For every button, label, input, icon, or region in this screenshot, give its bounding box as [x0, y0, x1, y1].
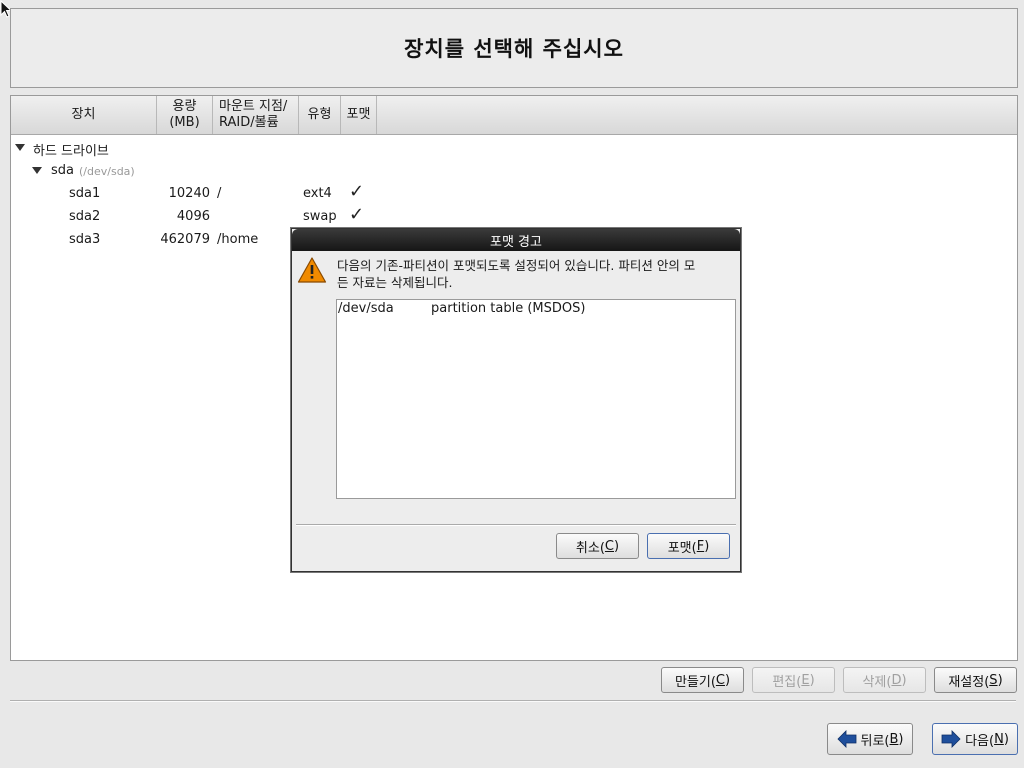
- page-title: 장치를 선택해 주십시오: [404, 37, 624, 61]
- format-button-label: 포맷(: [667, 540, 697, 556]
- column-header-type[interactable]: 유형: [299, 96, 341, 134]
- partition-type: swap: [303, 209, 337, 224]
- list-item-description: partition table (MSDOS): [431, 301, 586, 316]
- partition-device: sda2: [69, 209, 101, 224]
- create-button[interactable]: 만들기(C): [661, 667, 744, 693]
- column-header-filler: [377, 96, 1017, 134]
- dialog-title[interactable]: 포맷 경고: [292, 229, 740, 251]
- dialog-message-line1: 다음의 기존-파티션이 포맷되도록 설정되어 있습니다. 파티션 안의 모: [337, 258, 696, 273]
- column-header-mount-line2: RAID/볼륨: [219, 115, 279, 130]
- next-button[interactable]: 다음(N): [932, 723, 1018, 755]
- create-button-end: ): [724, 672, 731, 688]
- format-warning-dialog[interactable]: 포맷 경고 다음의 기존-파티션이 포맷되도록 설정되어 있습니다. 파티션 안…: [291, 228, 741, 572]
- partition-mount: /home: [217, 232, 259, 247]
- edit-button[interactable]: 편집(E): [752, 667, 835, 693]
- format-check-icon: ✓: [349, 181, 365, 202]
- title-panel: 장치를 선택해 주십시오: [10, 8, 1018, 88]
- list-item-device: /dev/sda: [338, 301, 394, 316]
- delete-button-end: ): [901, 672, 907, 688]
- arrow-left-icon: [836, 730, 856, 748]
- dialog-message: 다음의 기존-파티션이 포맷되도록 설정되어 있습니다. 파티션 안의 모 든 …: [337, 257, 737, 291]
- edit-button-key: E: [801, 672, 810, 688]
- cancel-button-key: C: [604, 538, 614, 554]
- tree-row-hard-drives[interactable]: 하드 드라이브: [11, 137, 1017, 159]
- reset-button-key: S: [989, 672, 998, 688]
- delete-button-label: 삭제(: [862, 674, 892, 690]
- partition-device: sda3: [69, 232, 101, 247]
- delete-button-key: D: [891, 672, 902, 688]
- disk-path: (/dev/sda): [79, 165, 135, 178]
- table-row[interactable]: sda1 10240 / ext4 ✓: [11, 181, 1017, 205]
- tree-header: 장치 용량 (MB) 마운트 지점/ RAID/볼륨 유형 포맷: [11, 96, 1017, 135]
- next-button-end: ): [1003, 731, 1009, 747]
- partition-type: ext4: [303, 186, 332, 201]
- dialog-message-line2: 든 자료는 삭제됩니다.: [337, 275, 453, 290]
- create-button-label: 만들기(: [674, 674, 716, 690]
- column-header-mount[interactable]: 마운트 지점/ RAID/볼륨: [213, 96, 299, 134]
- format-button[interactable]: 포맷(F): [647, 533, 730, 559]
- installer-screen: 장치를 선택해 주십시오 장치 용량 (MB) 마운트 지점/ RAID/볼륨 …: [0, 0, 1024, 768]
- back-button-label: 뒤로(: [860, 733, 890, 749]
- arrow-right-icon: [941, 730, 961, 748]
- column-header-size[interactable]: 용량 (MB): [157, 96, 213, 134]
- column-header-device[interactable]: 장치: [11, 96, 157, 134]
- expander-icon[interactable]: [32, 167, 42, 174]
- partition-size: 10240: [168, 186, 210, 201]
- disk-name: sda: [51, 163, 74, 178]
- column-header-size-line2: (MB): [169, 115, 200, 130]
- list-item[interactable]: /dev/sda partition table (MSDOS): [337, 300, 735, 318]
- warning-icon: [297, 257, 327, 283]
- edit-button-label: 편집(: [772, 674, 802, 690]
- delete-button[interactable]: 삭제(D): [843, 667, 926, 693]
- format-button-key: F: [696, 538, 705, 554]
- tree-row-disk[interactable]: sda (/dev/sda): [11, 160, 1017, 182]
- column-header-size-line1: 용량: [172, 99, 197, 114]
- column-header-mount-line1: 마운트 지점/: [219, 99, 288, 114]
- edit-button-end: ): [809, 672, 815, 688]
- reset-button-end: ): [997, 672, 1003, 688]
- cancel-button[interactable]: 취소(C): [556, 533, 639, 559]
- create-button-key: C: [715, 672, 725, 688]
- column-header-format[interactable]: 포맷: [341, 96, 377, 134]
- back-button[interactable]: 뒤로(B): [827, 723, 913, 755]
- cancel-button-label: 취소(: [575, 540, 605, 556]
- partition-mount: /: [217, 186, 222, 201]
- reset-button-label: 재설정(: [948, 674, 990, 690]
- divider: [10, 700, 1016, 702]
- format-partition-list[interactable]: /dev/sda partition table (MSDOS): [336, 299, 736, 499]
- next-button-label: 다음(: [965, 733, 995, 749]
- format-check-icon: ✓: [349, 204, 365, 225]
- partition-size: 4096: [176, 209, 210, 224]
- dialog-divider: [296, 524, 736, 526]
- partition-device: sda1: [69, 186, 101, 201]
- expander-icon[interactable]: [15, 144, 25, 151]
- group-label: 하드 드라이브: [33, 144, 109, 159]
- back-button-end: ): [898, 731, 904, 747]
- format-button-end: ): [704, 538, 710, 554]
- back-button-key: B: [889, 731, 899, 747]
- next-button-key: N: [994, 731, 1004, 747]
- table-row[interactable]: sda2 4096 swap ✓: [11, 204, 1017, 228]
- cancel-button-end: ): [614, 538, 620, 554]
- partition-size: 462079: [160, 232, 210, 247]
- reset-button[interactable]: 재설정(S): [934, 667, 1017, 693]
